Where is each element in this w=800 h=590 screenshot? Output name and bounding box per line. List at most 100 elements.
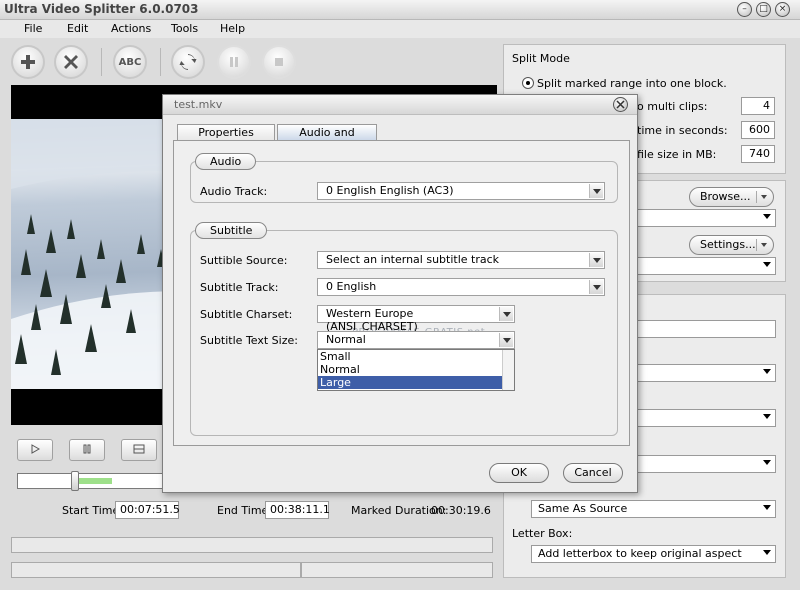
split-range-radio[interactable] (522, 77, 534, 89)
tab-properties[interactable]: Properties (177, 124, 275, 141)
audio-track-combo[interactable]: 0 English English (AC3) (317, 182, 605, 200)
subtitle-track-value: 0 English (326, 280, 377, 293)
menu-edit[interactable]: Edit (67, 22, 88, 35)
start-time-field[interactable]: 00:07:51.5 (115, 501, 180, 519)
dialog-title-bar: test.mkv (163, 95, 637, 115)
letter-box-combo[interactable]: Add letterbox to keep original aspect (531, 545, 776, 563)
preview-pause-button[interactable] (69, 439, 105, 461)
tab-audio-and-subtitle[interactable]: Audio and Subtitle (277, 124, 377, 154)
split-range-option-label: Split marked range into one block. (537, 77, 727, 90)
chevron-down-icon (499, 333, 513, 347)
chevron-down-icon (763, 369, 771, 374)
toolbar-separator (160, 48, 161, 76)
subtitle-charset-label: Subtitle Charset: (200, 308, 293, 321)
output-folder-combo[interactable] (637, 209, 776, 227)
size-option-small[interactable]: Small (318, 350, 514, 363)
same-as-source-value: Same As Source (538, 502, 628, 515)
maximize-button[interactable]: □ (756, 2, 771, 17)
chevron-down-icon (499, 307, 513, 321)
subtitle-source-value: Select an internal subtitle track (326, 253, 500, 266)
status-bar-right (301, 562, 493, 578)
dialog-close-button[interactable] (613, 97, 628, 112)
close-icon (616, 100, 625, 109)
play-button[interactable] (17, 439, 53, 461)
file-size-field[interactable]: 740 (741, 145, 775, 163)
subtitle-charset-combo[interactable]: Western Europe (ANSI_CHARSET) (317, 305, 515, 333)
chevron-down-icon (763, 550, 771, 555)
chevron-down-icon (763, 414, 771, 419)
chevron-down-icon (763, 505, 771, 510)
time-seconds-label: time in seconds: (637, 124, 728, 137)
status-bar-left (11, 562, 301, 578)
frame-button[interactable] (121, 439, 157, 461)
menu-help[interactable]: Help (220, 22, 245, 35)
play-icon (31, 444, 41, 454)
subtitle-charset-value: Western Europe (ANSI_CHARSET) (326, 307, 418, 333)
chevron-down-icon (589, 280, 603, 294)
remove-file-button[interactable] (54, 45, 88, 79)
settings-label: Settings... (700, 238, 756, 251)
chevron-down-icon (589, 253, 603, 267)
convert-button[interactable] (171, 45, 205, 79)
audio-track-label: Audio Track: (200, 185, 268, 198)
toolbar-separator (101, 48, 102, 76)
rename-button[interactable]: ABC (113, 45, 147, 79)
marked-duration-value: 00:30:19.6 (431, 504, 491, 517)
frame-icon (133, 444, 145, 454)
browse-label: Browse... (700, 190, 751, 203)
file-properties-dialog: test.mkv Properties Audio and Subtitle A… (162, 94, 638, 493)
stop-button[interactable] (262, 45, 296, 79)
letter-box-value: Add letterbox to keep original aspect (538, 547, 742, 560)
output-format-combo[interactable] (637, 257, 776, 275)
chevron-down-icon (763, 262, 771, 267)
chevron-down-icon (756, 239, 770, 251)
end-time-label: End Time: (217, 504, 273, 517)
x-icon (64, 55, 78, 69)
subtitle-text-size-combo[interactable]: Normal (317, 331, 515, 349)
advanced-combo-2[interactable] (637, 409, 776, 427)
minimize-button[interactable]: – (737, 2, 752, 17)
multi-clips-label: o multi clips: (637, 100, 708, 113)
dropdown-scrollbar[interactable] (502, 350, 514, 390)
plus-icon (21, 55, 35, 69)
size-option-normal[interactable]: Normal (318, 363, 514, 376)
ok-button[interactable]: OK (489, 463, 549, 483)
subtitle-track-label: Subtitle Track: (200, 281, 279, 294)
audio-group-title: Audio (195, 153, 257, 170)
frame-rate-combo[interactable]: Same As Source (531, 500, 776, 518)
menu-file[interactable]: File (24, 22, 42, 35)
chevron-down-icon (763, 214, 771, 219)
chevron-down-icon (763, 460, 771, 465)
advanced-combo-3[interactable] (637, 455, 776, 473)
size-option-large[interactable]: Large (318, 376, 514, 389)
stop-icon (275, 58, 283, 66)
letter-box-label: Letter Box: (512, 527, 573, 540)
settings-button[interactable]: Settings... (689, 235, 774, 255)
end-time-field[interactable]: 00:38:11.1 (265, 501, 330, 519)
close-button[interactable]: × (775, 2, 790, 17)
title-bar: Ultra Video Splitter 6.0.0703 – □ × (0, 0, 800, 20)
browse-button[interactable]: Browse... (689, 187, 774, 207)
app-title: Ultra Video Splitter 6.0.0703 (4, 2, 199, 16)
marked-range-fill (75, 478, 112, 484)
chevron-down-icon (589, 184, 603, 198)
time-seconds-field[interactable]: 600 (741, 121, 775, 139)
subtitle-source-combo[interactable]: Select an internal subtitle track (317, 251, 605, 269)
advanced-combo-1[interactable] (637, 364, 776, 382)
advanced-text-field[interactable] (637, 320, 776, 338)
pause-icon (230, 57, 238, 67)
subtitle-source-label: Suttible Source: (200, 254, 288, 267)
progress-bar (11, 537, 493, 553)
add-file-button[interactable] (11, 45, 45, 79)
pause-button[interactable] (217, 45, 251, 79)
menu-actions[interactable]: Actions (111, 22, 151, 35)
toolbar: ABC (0, 38, 500, 86)
slider-thumb[interactable] (71, 471, 80, 491)
cancel-button[interactable]: Cancel (563, 463, 623, 483)
chevron-down-icon (756, 191, 770, 203)
multi-clips-field[interactable]: 4 (741, 97, 775, 115)
abc-label: ABC (118, 56, 142, 68)
menu-tools[interactable]: Tools (171, 22, 198, 35)
subtitle-group-title: Subtitle (195, 222, 268, 239)
subtitle-track-combo[interactable]: 0 English (317, 278, 605, 296)
